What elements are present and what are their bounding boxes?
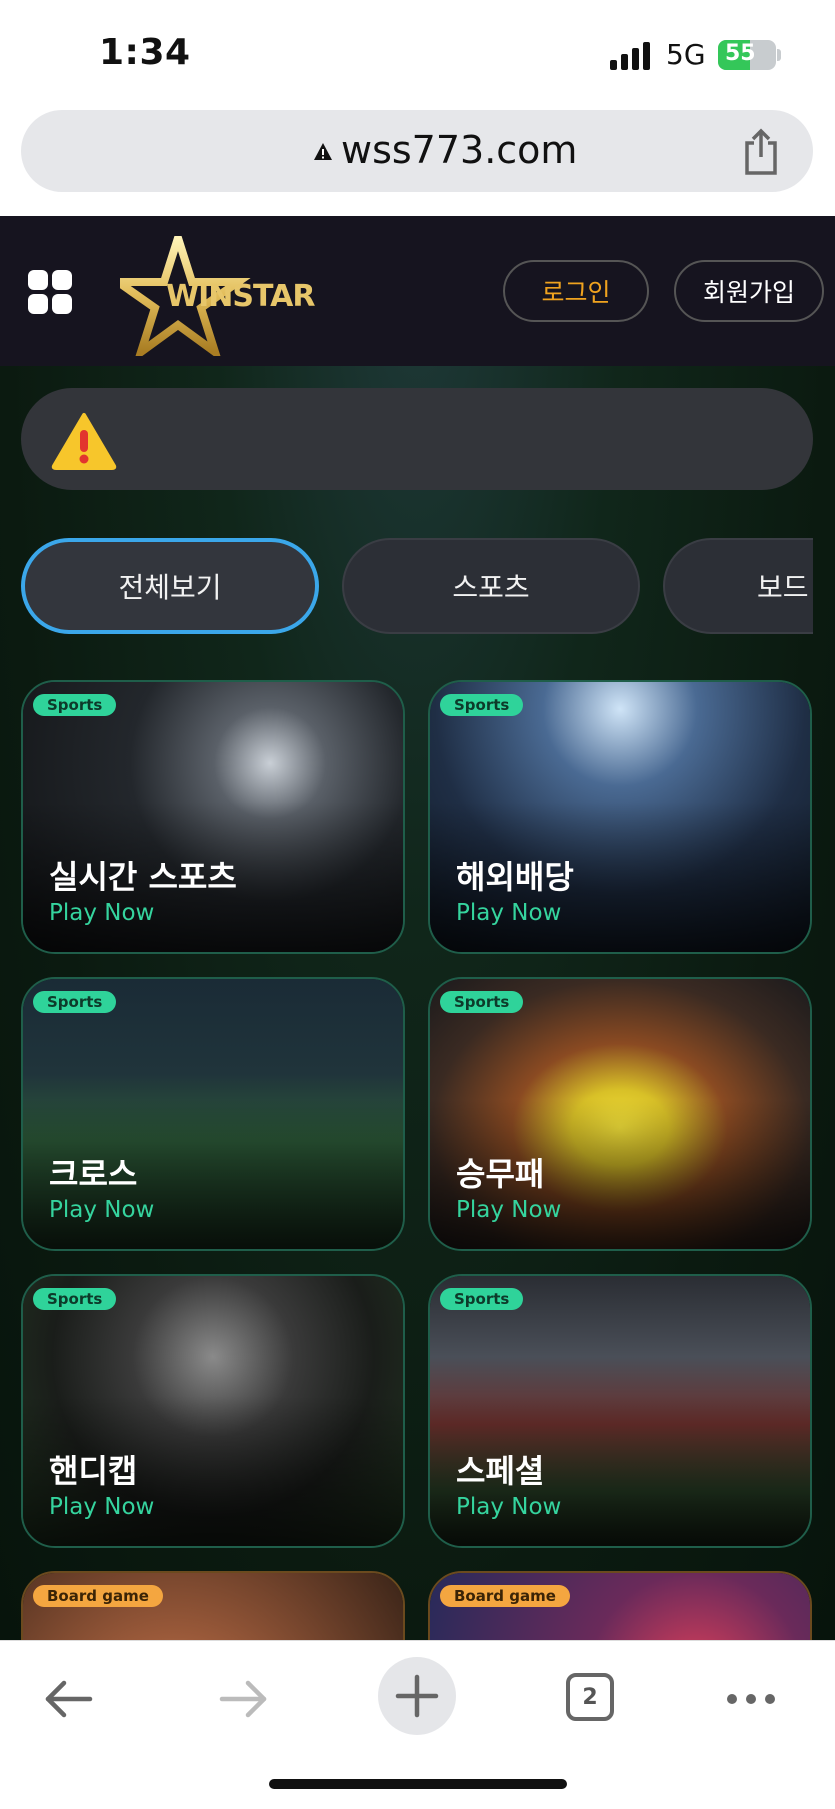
- game-card[interactable]: Sports 스페셜 Play Now: [428, 1274, 812, 1548]
- back-arrow-icon[interactable]: [44, 1679, 94, 1719]
- warning-icon: [51, 413, 117, 470]
- game-card[interactable]: Sports 실시간 스포츠 Play Now: [21, 680, 405, 954]
- play-now-link[interactable]: Play Now: [456, 1494, 561, 1520]
- play-now-link[interactable]: Play Now: [456, 1197, 561, 1223]
- play-now-link[interactable]: Play Now: [456, 900, 561, 926]
- card-title: 해외배당: [456, 858, 574, 896]
- cellular-signal-icon: [610, 42, 650, 70]
- game-card[interactable]: Board game: [21, 1571, 405, 1640]
- network-type: 5G: [666, 38, 706, 71]
- game-card[interactable]: Board game: [428, 1571, 812, 1640]
- status-bar: 1:34 5G 55: [0, 0, 835, 108]
- card-title: 실시간 스포츠: [49, 858, 237, 896]
- tab-board[interactable]: 보드: [663, 538, 813, 634]
- card-title: 스페셜: [456, 1452, 545, 1490]
- notice-bar[interactable]: [21, 388, 813, 490]
- category-badge: Sports: [33, 694, 117, 716]
- category-badge: Sports: [440, 694, 524, 716]
- address-bar[interactable]: wss773.com: [21, 110, 813, 192]
- card-title: 핸디캡: [49, 1452, 138, 1490]
- category-badge: Sports: [440, 991, 524, 1013]
- logo-text: WINSTAR: [166, 279, 315, 314]
- warning-lock-icon: [314, 143, 332, 160]
- play-now-link[interactable]: Play Now: [49, 1494, 154, 1520]
- more-dots-icon[interactable]: [726, 1693, 776, 1705]
- play-now-link[interactable]: Play Now: [49, 900, 154, 926]
- game-card[interactable]: Sports 크로스 Play Now: [21, 977, 405, 1251]
- game-card[interactable]: Sports 해외배당 Play Now: [428, 680, 812, 954]
- play-now-link[interactable]: Play Now: [49, 1197, 154, 1223]
- card-title: 크로스: [49, 1155, 138, 1193]
- category-badge: Board game: [440, 1585, 570, 1607]
- status-time: 1:34: [99, 32, 191, 73]
- menu-grid-icon[interactable]: [28, 270, 74, 316]
- tab-sports[interactable]: 스포츠: [342, 538, 640, 634]
- category-badge: Sports: [33, 1288, 117, 1310]
- tab-all[interactable]: 전체보기: [21, 538, 319, 634]
- game-card[interactable]: Sports 승무패 Play Now: [428, 977, 812, 1251]
- forward-arrow-icon[interactable]: [218, 1679, 268, 1719]
- category-badge: Sports: [440, 1288, 524, 1310]
- site-header: WINSTAR 로그인 회원가입: [0, 216, 835, 366]
- new-tab-button[interactable]: [378, 1657, 456, 1735]
- share-icon[interactable]: [741, 127, 781, 177]
- browser-toolbar: 2: [0, 1640, 835, 1809]
- login-button[interactable]: 로그인: [503, 260, 649, 322]
- plus-icon: [395, 1674, 439, 1718]
- category-badge: Sports: [33, 991, 117, 1013]
- game-card[interactable]: Sports 핸디캡 Play Now: [21, 1274, 405, 1548]
- signup-button[interactable]: 회원가입: [674, 260, 824, 322]
- web-page: WINSTAR 로그인 회원가입 전체보기 스포츠 보드 Sports 실시간 …: [0, 216, 835, 1640]
- category-tabs: 전체보기 스포츠 보드: [21, 534, 813, 634]
- card-title: 승무패: [456, 1155, 545, 1193]
- url-text: wss773.com: [341, 128, 578, 172]
- tab-switcher-button[interactable]: 2: [566, 1673, 614, 1721]
- battery-icon: 55: [718, 40, 776, 70]
- category-badge: Board game: [33, 1585, 163, 1607]
- home-indicator: [269, 1779, 567, 1789]
- battery-percent: 55: [725, 41, 756, 66]
- battery-nub: [777, 49, 781, 61]
